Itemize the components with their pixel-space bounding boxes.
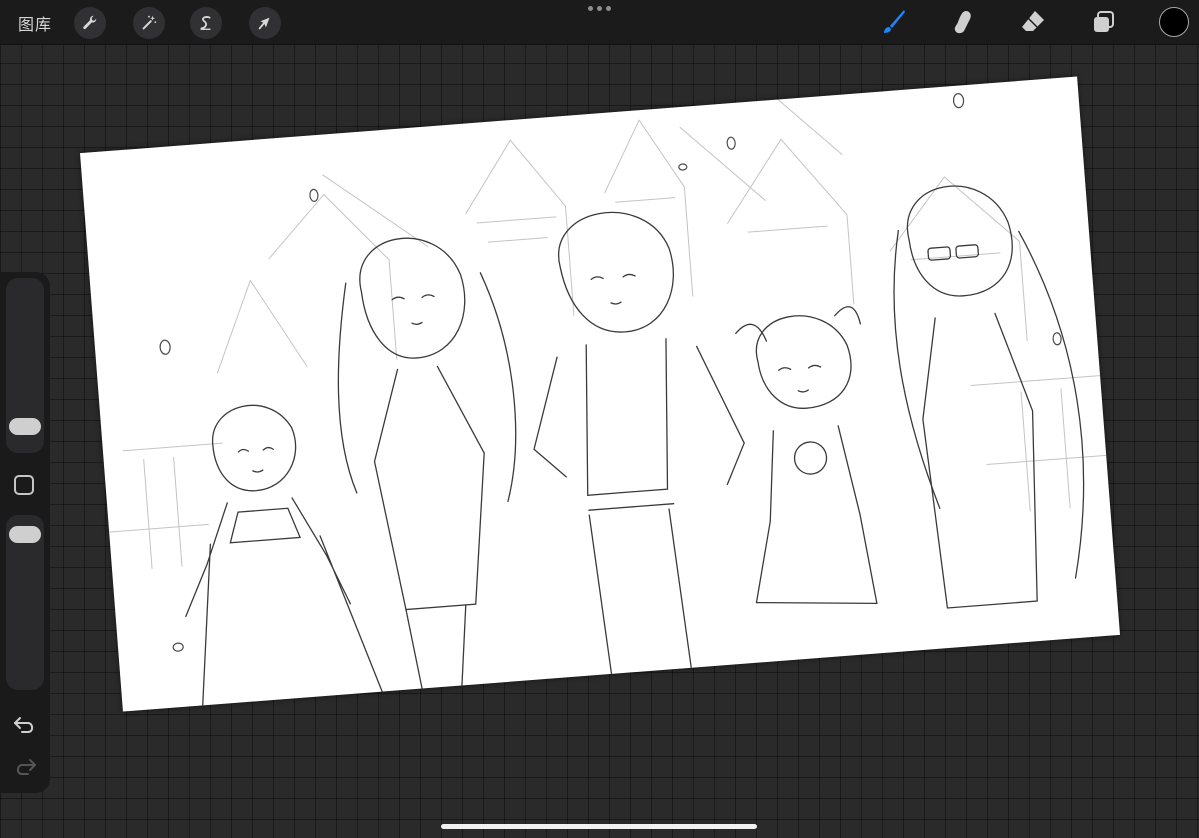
background-architecture-sketch xyxy=(109,99,1107,569)
layers-icon xyxy=(1094,11,1114,32)
top-toolbar: 图库 xyxy=(0,0,1199,45)
character-sketches xyxy=(185,185,1085,707)
dot xyxy=(588,6,593,11)
eraser-tool-button[interactable] xyxy=(1016,5,1050,39)
smudge-icon xyxy=(954,11,971,34)
gallery-button[interactable]: 图库 xyxy=(18,11,52,35)
undo-arrow-icon xyxy=(14,717,34,733)
brush-size-thumb[interactable] xyxy=(9,418,41,435)
character-1-sketch xyxy=(185,404,383,707)
redo-button[interactable] xyxy=(12,756,38,778)
actions-button[interactable] xyxy=(74,7,106,39)
undo-button[interactable] xyxy=(12,714,38,736)
dot xyxy=(597,6,602,11)
redo-arrow-icon xyxy=(16,759,36,775)
brush-tool-button[interactable] xyxy=(876,5,910,39)
sketch-artwork xyxy=(109,93,1107,707)
home-indicator[interactable] xyxy=(441,824,757,829)
selection-button[interactable] xyxy=(190,7,222,39)
character-4-sketch xyxy=(735,306,878,605)
transform-arrow-icon xyxy=(258,17,270,30)
transform-button[interactable] xyxy=(249,7,281,39)
magic-wand-icon xyxy=(142,15,157,30)
layers-button[interactable] xyxy=(1087,5,1121,39)
adjustments-button[interactable] xyxy=(133,7,165,39)
petals xyxy=(159,93,1062,652)
character-2-sketch xyxy=(337,237,517,690)
dot xyxy=(606,6,611,11)
color-picker-button[interactable] xyxy=(1159,7,1189,37)
left-sidebar xyxy=(0,272,50,793)
character-3-sketch xyxy=(533,211,745,675)
selection-icon xyxy=(200,16,211,30)
wrench-icon xyxy=(83,15,97,30)
drawing-canvas[interactable] xyxy=(79,76,1121,712)
more-options-handle[interactable] xyxy=(588,6,611,11)
eraser-icon xyxy=(1022,11,1044,31)
opacity-thumb[interactable] xyxy=(9,526,41,543)
smudge-tool-button[interactable] xyxy=(946,5,980,39)
modify-button[interactable] xyxy=(14,475,34,495)
brush-icon xyxy=(884,10,905,33)
character-5-sketch xyxy=(893,185,1085,609)
